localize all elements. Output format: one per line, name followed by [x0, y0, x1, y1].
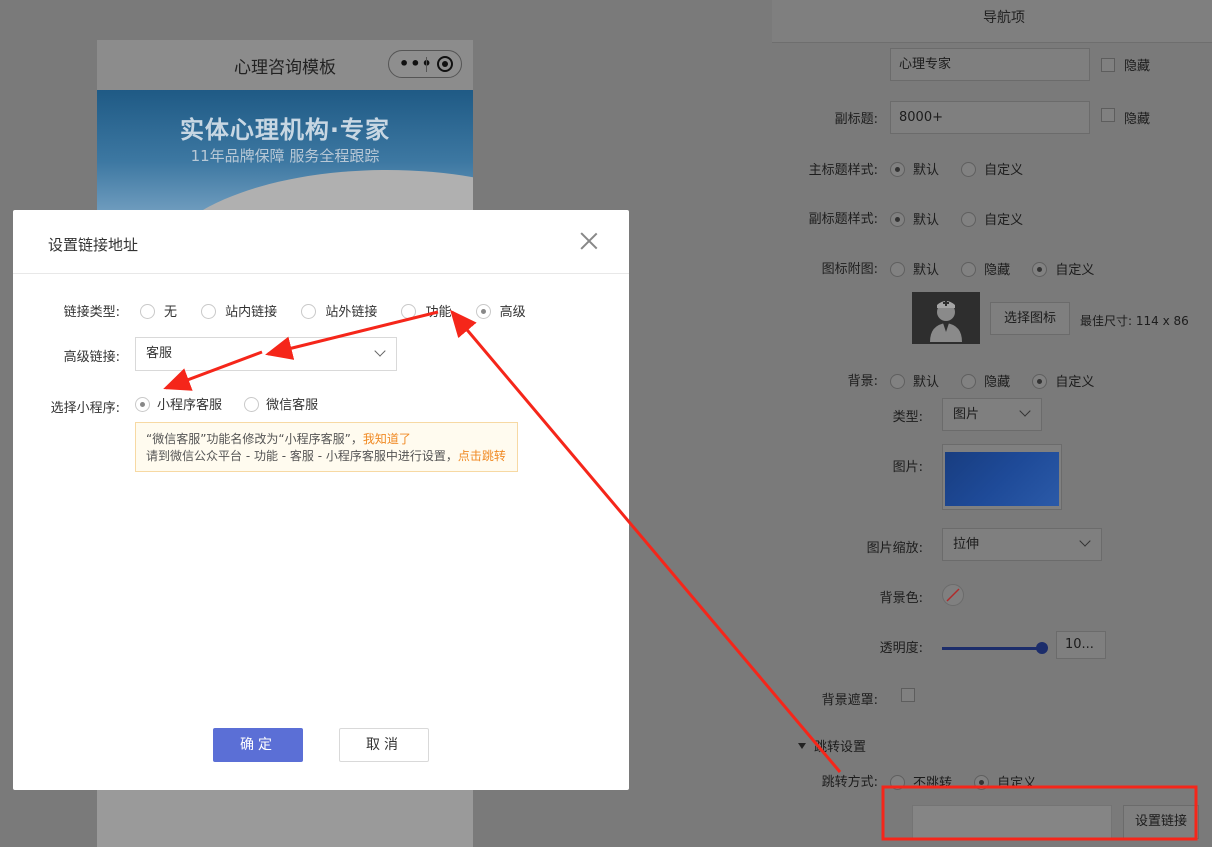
confirm-button[interactable]: 确定 [213, 728, 303, 762]
background-label: 背景: [847, 374, 878, 389]
jump-section-header[interactable]: 跳转设置 [798, 736, 866, 755]
bg-color-label: 背景色: [879, 591, 923, 606]
icon-image-default[interactable]: 默认 [890, 259, 939, 278]
icon-image-label: 图标附图: [821, 262, 878, 277]
subtitle-style-options: 默认 自定义 [890, 209, 1041, 228]
link-type-options: 无 站内链接 站外链接 功能 高级 [140, 301, 546, 320]
notice-line2: 请到微信公众平台 - 功能 - 客服 - 小程序客服中进行设置， [146, 449, 458, 463]
mini-program-label: 选择小程序: [50, 401, 120, 416]
background-image-thumbnail[interactable] [942, 444, 1062, 510]
advanced-link-label: 高级链接: [63, 350, 120, 365]
modal-title: 设置链接地址 [48, 236, 139, 254]
image-scale-label: 图片缩放: [866, 541, 923, 556]
doctor-icon [912, 292, 980, 344]
link-display-field[interactable] [912, 805, 1112, 839]
jump-mode-custom[interactable]: 自定义 [974, 772, 1036, 791]
main-title-style-label: 主标题样式: [808, 163, 878, 178]
link-type-external[interactable]: 站外链接 [301, 301, 377, 320]
opacity-slider-knob[interactable] [1036, 642, 1048, 654]
close-icon[interactable] [580, 232, 598, 250]
subtitle-hide-checkbox[interactable] [1101, 108, 1115, 122]
type-label: 类型: [892, 410, 923, 425]
link-type-function[interactable]: 功能 [401, 301, 451, 320]
background-options: 默认 隐藏 自定义 [890, 371, 1112, 390]
main-title-hide-checkbox[interactable] [1101, 58, 1115, 72]
link-type-advanced[interactable]: 高级 [475, 301, 526, 320]
best-size-text: 最佳尺寸: 114 x 86 [1080, 314, 1189, 328]
mini-program-options: 小程序客服 微信客服 [135, 394, 338, 413]
subtitle-input[interactable]: 8000+ [890, 101, 1090, 134]
mini-program-service[interactable]: 小程序客服 [135, 394, 222, 413]
notice-jump-link[interactable]: 点击跳转 [458, 449, 506, 463]
subtitle-style-label: 副标题样式: [808, 212, 878, 227]
background-hide[interactable]: 隐藏 [961, 371, 1010, 390]
link-type-label: 链接类型: [63, 305, 120, 320]
banner-title: 实体心理机构·专家 [179, 116, 391, 144]
main-title-style-custom[interactable]: 自定义 [961, 159, 1023, 178]
subtitle-style-default[interactable]: 默认 [890, 209, 939, 228]
more-icon[interactable]: ••• [399, 54, 433, 73]
background-default[interactable]: 默认 [890, 371, 939, 390]
close-circle-icon[interactable] [437, 56, 453, 72]
bg-mask-label: 背景遮罩: [821, 693, 878, 708]
icon-image-custom[interactable]: 自定义 [1032, 259, 1094, 278]
subtitle-label: 副标题: [834, 112, 878, 127]
main-title-hide-label: 隐藏 [1124, 59, 1151, 74]
link-type-internal[interactable]: 站内链接 [201, 301, 277, 320]
link-type-none[interactable]: 无 [140, 301, 177, 320]
cancel-button[interactable]: 取消 [339, 728, 429, 762]
preview-banner: 实体心理机构·专家 11年品牌保障 服务全程跟踪 [97, 90, 473, 210]
image-scale-select[interactable]: 拉伸 [942, 528, 1102, 561]
banner-subtitle: 11年品牌保障 服务全程跟踪 [190, 147, 380, 165]
main-title-style-options: 默认 自定义 [890, 159, 1041, 178]
banner-arc [157, 170, 473, 210]
opacity-input[interactable]: 10... [1056, 631, 1106, 659]
icon-image-options: 默认 隐藏 自定义 [890, 259, 1112, 278]
image-label: 图片: [892, 460, 923, 475]
jump-mode-options: 不跳转 自定义 [890, 772, 1054, 791]
select-icon-button[interactable]: 选择图标 [990, 302, 1070, 335]
bg-mask-checkbox[interactable] [901, 688, 915, 702]
subtitle-hide-label: 隐藏 [1124, 112, 1151, 127]
advanced-link-select[interactable]: 客服 [135, 337, 397, 371]
wechat-service[interactable]: 微信客服 [244, 394, 318, 413]
main-title-style-default[interactable]: 默认 [890, 159, 939, 178]
jump-mode-label: 跳转方式: [821, 775, 878, 790]
notice-box: “微信客服”功能名修改为“小程序客服”，我知道了 请到微信公众平台 - 功能 -… [135, 422, 518, 472]
main-title-input[interactable]: 心理专家 [890, 48, 1090, 81]
set-link-button[interactable]: 设置链接 [1123, 805, 1199, 839]
opacity-label: 透明度: [879, 641, 923, 656]
jump-mode-none[interactable]: 不跳转 [890, 772, 952, 791]
bg-color-picker[interactable] [942, 584, 964, 606]
subtitle-style-custom[interactable]: 自定义 [961, 209, 1023, 228]
icon-image-hide[interactable]: 隐藏 [961, 259, 1010, 278]
background-custom[interactable]: 自定义 [1032, 371, 1094, 390]
notice-line1: “微信客服”功能名修改为“小程序客服”， [146, 432, 363, 446]
type-select[interactable]: 图片 [942, 398, 1042, 431]
notice-acknowledge-link[interactable]: 我知道了 [363, 432, 411, 446]
link-settings-modal [13, 210, 629, 790]
opacity-slider-track[interactable] [942, 647, 1042, 650]
panel-title: 导航项 [983, 10, 1025, 26]
mini-program-capsule[interactable]: ••• [388, 50, 462, 78]
collapse-triangle-icon [798, 743, 806, 749]
